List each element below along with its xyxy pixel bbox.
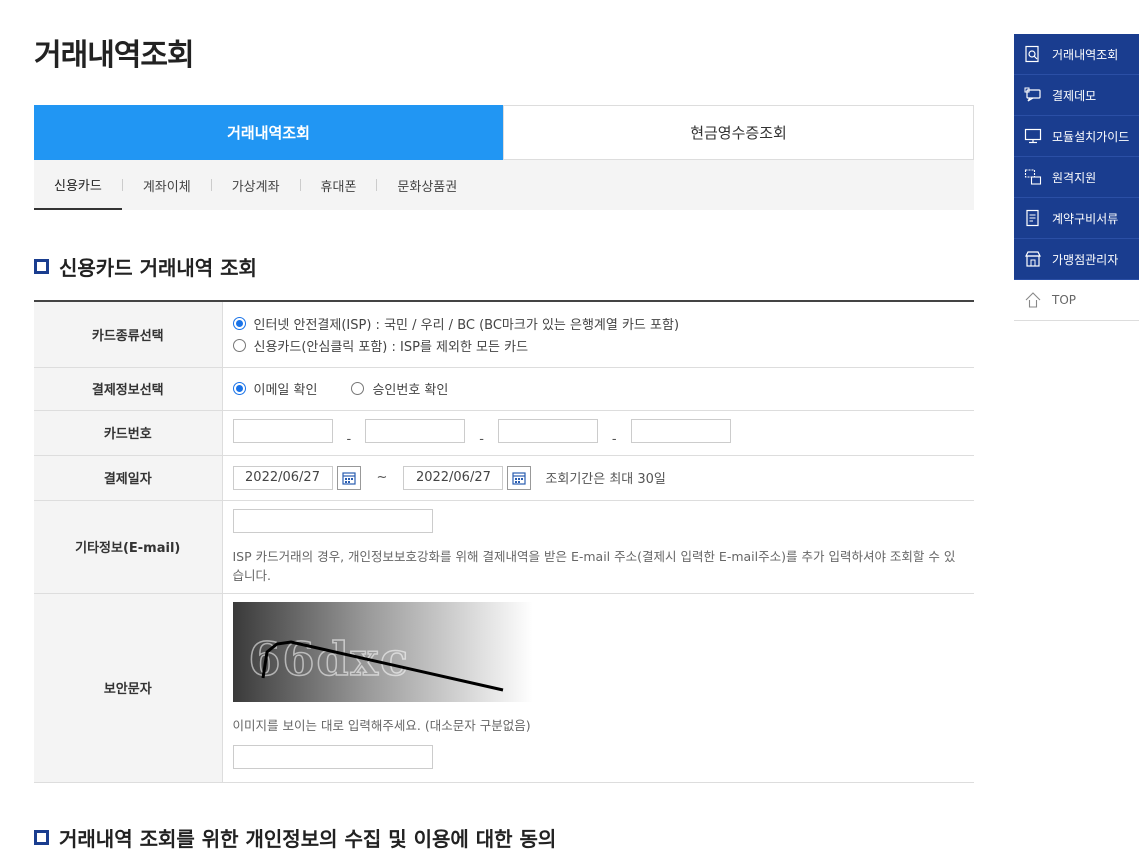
radio-approval-number-label: 승인번호 확인 [372,383,449,398]
sub-tabs: 신용카드 계좌이체 가상계좌 휴대폰 문화상품권 [34,160,974,210]
monitor-icon [1024,128,1042,144]
subtab-credit-card[interactable]: 신용카드 [34,160,122,210]
email-input[interactable] [232,508,433,533]
radio-email[interactable] [232,382,246,395]
row-etc-email: 기타정보(E-mail) ISP 카드거래의 경우, 개인정보보호강화를 위해 … [34,500,974,594]
section-title-consent: 거래내역 조회를 위한 개인정보의 수집 및 이용에 대한 동의 [34,823,556,849]
tab-cash-receipt-inquiry[interactable]: 현금영수증조회 [503,105,974,160]
search-doc-icon [1025,45,1039,63]
card-number-input-4[interactable] [630,418,731,443]
captcha-noise-line [261,640,503,692]
etc-email-field: ISP 카드거래의 경우, 개인정보보호강화를 위해 결제내역을 받은 E-ma… [222,500,974,594]
captcha-help-text: 이미지를 보이는 대로 입력해주세요. (대소문자 구분없음) [232,718,531,733]
radio-approval-number[interactable] [351,382,365,395]
row-card-type: 카드종류선택 인터넷 안전결제(ISP) : 국민 / 우리 / BC (BC마… [34,301,974,368]
row-captcha: 보안문자 66dxc 이미지를 보이는 대로 입력해주세요. (대소문자 구분없… [34,593,974,783]
quick-menu-label: 원격지원 [1052,170,1097,185]
row-card-number: 카드번호 - - - [34,410,974,456]
label-card-number: 카드번호 [34,410,223,456]
subtab-bank-transfer[interactable]: 계좌이체 [123,160,211,210]
card-number-fields: --- [222,410,974,456]
radio-email-label: 이메일 확인 [253,383,318,398]
document-icon [1026,209,1039,227]
quick-menu-label: 계약구비서류 [1052,211,1119,226]
store-icon [1025,251,1041,267]
quick-menu-label: 거래내역조회 [1052,47,1119,62]
page-title: 거래내역조회 [34,38,195,73]
card-number-dash: - [479,431,484,447]
card-number-dash: - [611,431,617,447]
calendar-icon[interactable] [336,465,361,490]
radio-credit-card-label: 신용카드(안심클릭 포함) : ISP를 제외한 모든 카드 [253,339,529,355]
scroll-top-button[interactable]: TOP [1014,280,1139,321]
label-captcha: 보안문자 [34,593,223,783]
captcha-input[interactable] [232,745,433,769]
scroll-top-label: TOP [1052,293,1077,307]
subtab-mobile[interactable]: 휴대폰 [301,160,377,210]
quick-menu-label: 모듈설치가이드 [1052,129,1130,144]
calendar-icon[interactable] [507,465,532,490]
quick-menu-remote-support[interactable]: 원격지원 [1014,157,1139,198]
radio-isp-label: 인터넷 안전결제(ISP) : 국민 / 우리 / BC (BC마크가 있는 은… [253,317,680,333]
quick-menu-label: 가맹점관리자 [1052,252,1119,267]
quick-menu-contract-documents[interactable]: 계약구비서류 [1014,198,1139,239]
section-title-text: 신용카드 거래내역 조회 [59,256,257,280]
radio-option-approval-number[interactable]: 승인번호 확인 [351,379,448,398]
subtab-virtual-account[interactable]: 가상계좌 [212,160,300,210]
label-pay-date: 결제일자 [34,455,223,501]
date-range-tilde: ~ [376,470,388,485]
radio-isp[interactable] [232,316,246,330]
remote-icon [1024,169,1042,185]
card-number-input-2[interactable] [365,418,466,443]
radio-option-credit-card[interactable]: 신용카드(안심클릭 포함) : ISP를 제외한 모든 카드 [232,336,965,355]
captcha-field: 66dxc 이미지를 보이는 대로 입력해주세요. (대소문자 구분없음) [222,593,974,783]
square-bullet-icon [34,259,49,274]
label-pay-info: 결제정보선택 [34,367,223,411]
arrow-up-icon [1025,292,1041,308]
date-to-input[interactable]: 2022/06/27 [403,465,504,490]
quick-menu-label: 결제데모 [1052,88,1097,103]
captcha-image: 66dxc [232,602,533,702]
label-etc-email: 기타정보(E-mail) [34,500,223,594]
quick-menu-merchant-admin[interactable]: 가맹점관리자 [1014,239,1139,280]
square-bullet-icon [34,830,49,845]
label-card-type: 카드종류선택 [34,301,223,368]
chat-icon [1024,87,1041,102]
section-title-text: 거래내역 조회를 위한 개인정보의 수집 및 이용에 대한 동의 [59,827,557,849]
radio-option-email[interactable]: 이메일 확인 [232,379,318,398]
radio-option-isp[interactable]: 인터넷 안전결제(ISP) : 국민 / 우리 / BC (BC마크가 있는 은… [232,314,965,333]
card-type-options: 인터넷 안전결제(ISP) : 국민 / 우리 / BC (BC마크가 있는 은… [222,301,974,368]
radio-credit-card[interactable] [232,338,246,352]
date-range-note: 조회기간은 최대 30일 [545,472,666,487]
quick-menu-transaction-inquiry[interactable]: 거래내역조회 [1014,34,1139,75]
card-number-input-3[interactable] [497,418,598,443]
date-from-input[interactable]: 2022/06/27 [232,465,333,490]
quick-menu-module-guide[interactable]: 모듈설치가이드 [1014,116,1139,157]
inquiry-form: 카드종류선택 인터넷 안전결제(ISP) : 국민 / 우리 / BC (BC마… [34,300,974,783]
main-tabs: 거래내역조회 현금영수증조회 [34,105,974,160]
pay-info-options: 이메일 확인 승인번호 확인 [222,367,974,411]
section-title-card-inquiry: 신용카드 거래내역 조회 [34,252,257,281]
quick-menu: 거래내역조회 결제데모 모듈설치가이드 원격지원 계약구비서류 가맹점관리자 T… [1014,34,1139,321]
pay-date-fields: 2022/06/27 ~ 2022/06/27 조회기간은 최대 30일 [222,455,974,501]
quick-menu-payment-demo[interactable]: 결제데모 [1014,75,1139,116]
email-help-text: ISP 카드거래의 경우, 개인정보보호강화를 위해 결제내역을 받은 E-ma… [232,548,956,583]
row-pay-info: 결제정보선택 이메일 확인 승인번호 확인 [34,367,974,411]
tab-transaction-inquiry[interactable]: 거래내역조회 [34,105,503,160]
card-number-input-1[interactable] [232,418,333,443]
subtab-culture-voucher[interactable]: 문화상품권 [377,160,477,210]
row-pay-date: 결제일자 2022/06/27 ~ 2022/06/27 조회기간은 최대 30… [34,455,974,501]
card-number-dash: - [346,431,352,447]
